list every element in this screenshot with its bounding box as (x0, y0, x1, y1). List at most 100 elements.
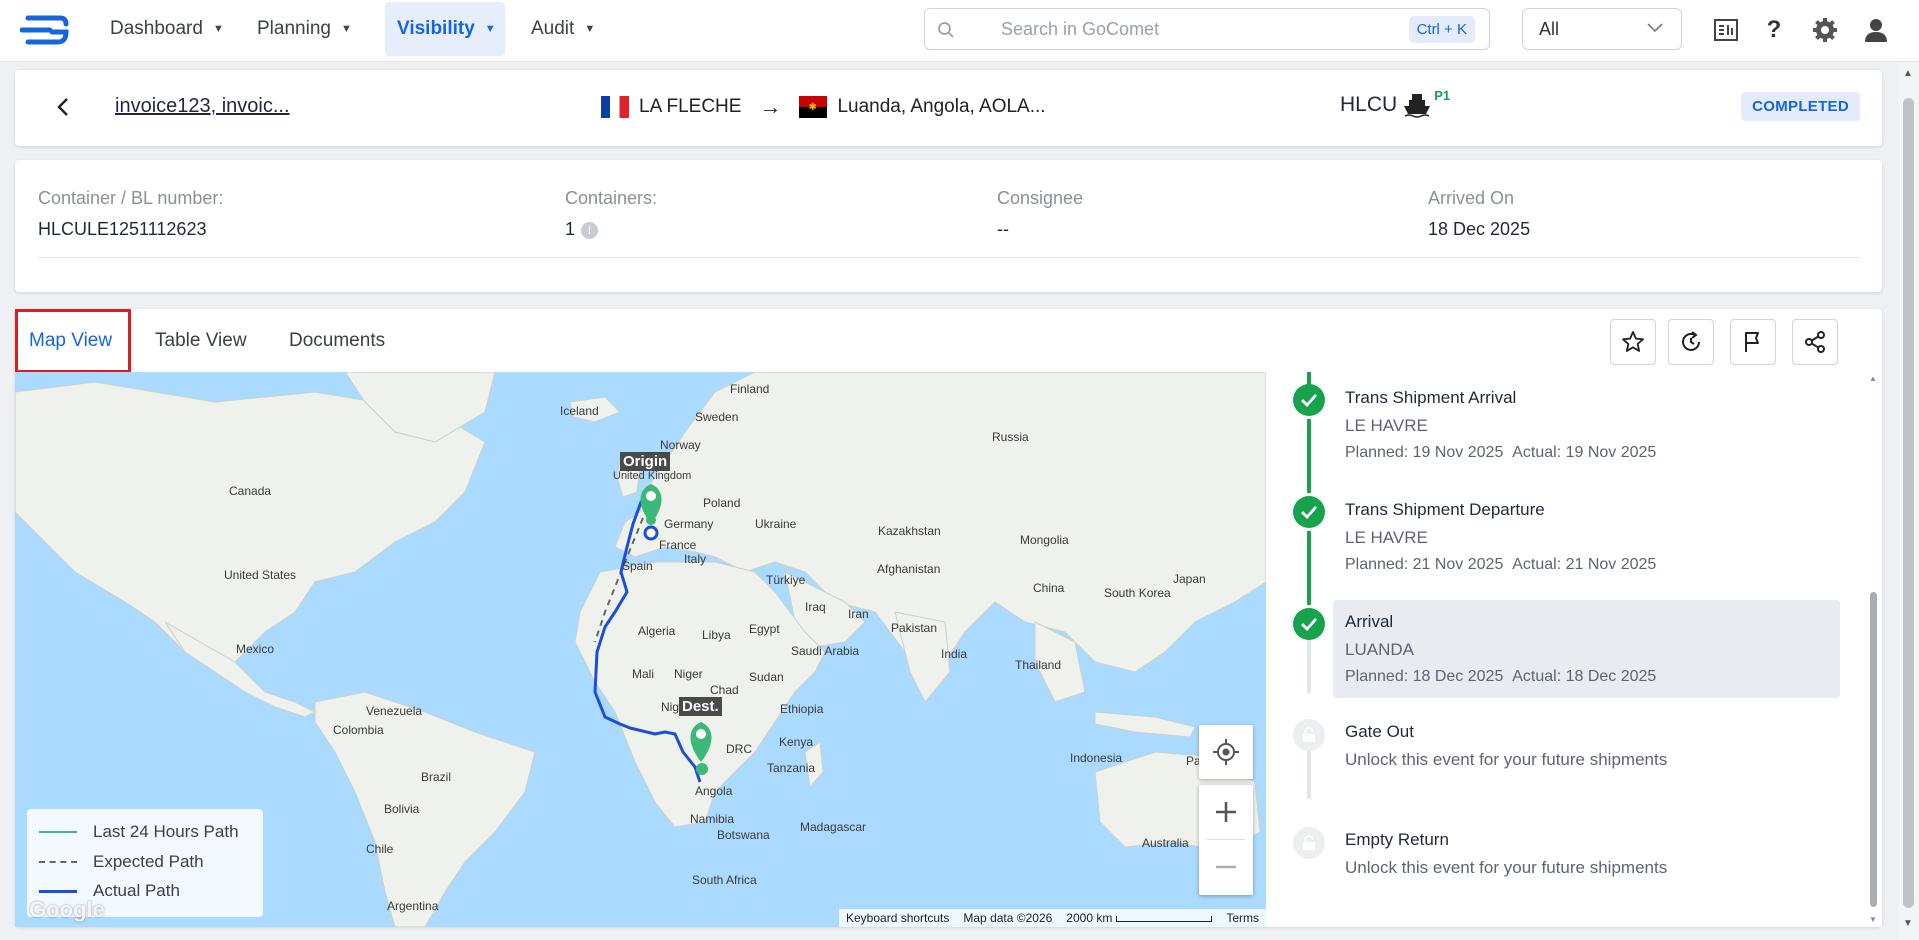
flag-button[interactable] (1730, 319, 1776, 365)
share-button[interactable] (1792, 319, 1838, 365)
legend-last-24h: Last 24 Hours Path (39, 822, 239, 842)
zoom-controls (1199, 785, 1253, 895)
zoom-out-button[interactable] (1199, 840, 1253, 894)
map-label: Sudan (749, 670, 784, 684)
star-icon (1622, 331, 1644, 352)
nav-planning-label: Planning (257, 18, 331, 39)
map-label: Ukraine (755, 517, 797, 531)
angola-flag-icon: ✱ (799, 96, 828, 118)
map-label: Brazil (421, 770, 452, 784)
event-arrival[interactable]: Arrival LUANDA Planned: 18 Dec 2025 Actu… (1345, 612, 1656, 686)
tab-documents[interactable]: Documents (289, 330, 385, 352)
bl-value: HLCULE1251112623 (38, 219, 207, 239)
legend-label: Actual Path (93, 881, 180, 900)
event-location: LE HAVRE (1345, 416, 1428, 435)
map-label: Botswana (717, 828, 770, 842)
nav-audit-label: Audit (531, 18, 575, 39)
event-location: LE HAVRE (1345, 528, 1428, 547)
shipment-reference-link[interactable]: invoice123, invoic... (115, 95, 290, 118)
divider (37, 257, 1860, 258)
caret-down-icon: ▼ (584, 23, 596, 35)
terms-link[interactable]: Terms (1219, 911, 1266, 925)
map-label: Russia (992, 430, 1029, 444)
event-actual: Actual: 21 Nov 2025 (1512, 556, 1657, 573)
map-label: Mali (632, 667, 655, 681)
nav-dashboard[interactable]: Dashboard ▼ (98, 2, 236, 56)
minus-icon (1216, 865, 1236, 869)
history-button[interactable] (1668, 319, 1714, 365)
scroll-down-icon[interactable]: ▼ (1869, 915, 1877, 924)
bl-label: Container / BL number: (38, 188, 224, 208)
info-icon[interactable]: i (581, 221, 599, 239)
shipment-header: invoice123, invoic... LA FLECHE → ✱ Luan… (15, 70, 1882, 146)
containers-label: Containers: (565, 188, 658, 208)
nav-visibility[interactable]: Visibility ▼ (385, 2, 505, 56)
map-label: Ethiopia (780, 702, 824, 716)
arrived-on-field: Arrived On 18 Dec 2025 (1428, 188, 1530, 240)
search-icon (938, 22, 954, 38)
nav-audit[interactable]: Audit ▼ (519, 2, 607, 56)
gear-icon[interactable] (1811, 16, 1839, 44)
scrollbar-thumb[interactable] (1903, 98, 1914, 908)
map-label: Tanzania (767, 761, 816, 775)
route-map[interactable]: Finland Iceland Sweden Norway Russia Can… (15, 372, 1266, 927)
event-planned: Planned: 19 Nov 2025 (1345, 444, 1504, 461)
consignee-label: Consignee (997, 188, 1084, 208)
page-scrollbar[interactable]: ▲ ▼ (1898, 62, 1919, 940)
check-icon (1293, 496, 1325, 528)
map-label: Canada (229, 484, 272, 498)
star-button[interactable] (1610, 319, 1656, 365)
scroll-down-icon[interactable]: ▼ (1903, 918, 1913, 929)
timeline-scrollbar[interactable]: ▲ ▼ (1866, 372, 1880, 927)
arrived-label: Arrived On (1428, 188, 1515, 208)
map-label: Iraq (805, 600, 826, 614)
scrollbar-thumb[interactable] (1870, 592, 1877, 907)
event-title: Empty Return (1345, 830, 1449, 849)
scroll-up-icon[interactable]: ▲ (1869, 374, 1877, 383)
map-label: South Africa (692, 873, 757, 887)
scope-select[interactable]: All (1522, 8, 1682, 50)
origin-tag: Origin (620, 452, 671, 471)
priority-badge: P1 (1434, 87, 1451, 103)
map-label: Germany (664, 517, 714, 531)
event-gate-out[interactable]: Gate Out Unlock this event for your futu… (1345, 722, 1667, 770)
event-empty-return[interactable]: Empty Return Unlock this event for your … (1345, 830, 1667, 878)
zoom-in-button[interactable] (1199, 785, 1253, 839)
nav-dashboard-label: Dashboard (110, 18, 203, 39)
global-search[interactable]: Search in GoComet Ctrl + K (924, 8, 1490, 50)
map-label: Italy (684, 552, 707, 566)
gocomet-logo-icon[interactable] (19, 14, 70, 46)
map-label: India (941, 647, 968, 661)
map-label: Türkiye (766, 573, 806, 587)
map-label: Australia (1142, 836, 1189, 850)
map-label: Iceland (560, 404, 599, 418)
tab-map-view[interactable]: Map View (29, 330, 112, 352)
google-watermark: Google (29, 897, 105, 922)
map-label: Iran (848, 607, 869, 621)
consignee-value: -- (997, 219, 1009, 239)
event-timeline: Trans Shipment Arrival LE HAVRE Planned:… (1267, 372, 1882, 927)
scroll-up-icon[interactable]: ▲ (1903, 68, 1913, 79)
plus-icon (1216, 802, 1236, 822)
map-label: DRC (726, 742, 752, 756)
my-location-button[interactable] (1199, 725, 1253, 779)
report-icon[interactable] (1712, 16, 1740, 44)
map-label: Angola (695, 784, 733, 798)
top-nav: Dashboard ▼ Planning ▼ Visibility ▼ Audit ▼ … (0, 0, 1919, 62)
map-data-credit: Map data ©2026 (963, 911, 1053, 925)
tab-table-view[interactable]: Table View (155, 330, 247, 352)
help-icon[interactable]: ? (1760, 16, 1788, 44)
map-label: Pakistan (891, 621, 938, 635)
map-label: Saudi Arabia (791, 644, 860, 658)
origin-port: LA FLECHE (639, 96, 742, 117)
check-icon (1293, 384, 1325, 416)
map-label: France (659, 538, 697, 552)
map-label: Indonesia (1070, 751, 1123, 765)
user-avatar-icon[interactable] (1862, 16, 1890, 44)
nav-planning[interactable]: Planning ▼ (245, 2, 364, 56)
event-unlock-note: Unlock this event for your future shipme… (1345, 858, 1668, 877)
keyboard-shortcuts-link[interactable]: Keyboard shortcuts (839, 911, 956, 925)
back-arrow-icon[interactable] (51, 94, 77, 120)
route-arrow: → (759, 94, 782, 119)
legend-swatch (39, 889, 77, 893)
